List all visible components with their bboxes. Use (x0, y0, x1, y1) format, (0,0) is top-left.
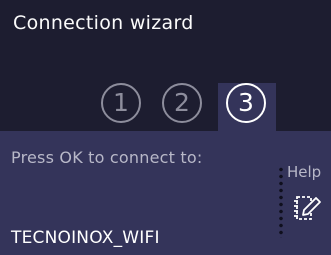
step-2-indicator: 2 (162, 83, 202, 123)
step-indicator: 1 2 3 (0, 81, 331, 131)
note-edit-icon (294, 196, 321, 220)
connect-prompt: Press OK to connect to: (11, 148, 203, 167)
dotted-separator (279, 166, 283, 238)
help-button[interactable]: Help (276, 160, 331, 240)
help-label: Help (287, 163, 322, 181)
wizard-title: Connection wizard (13, 12, 194, 34)
network-name[interactable]: TECNOINOX_WIFI (11, 228, 160, 248)
step-3-indicator: 3 (226, 83, 266, 123)
step-1-indicator: 1 (101, 83, 141, 123)
